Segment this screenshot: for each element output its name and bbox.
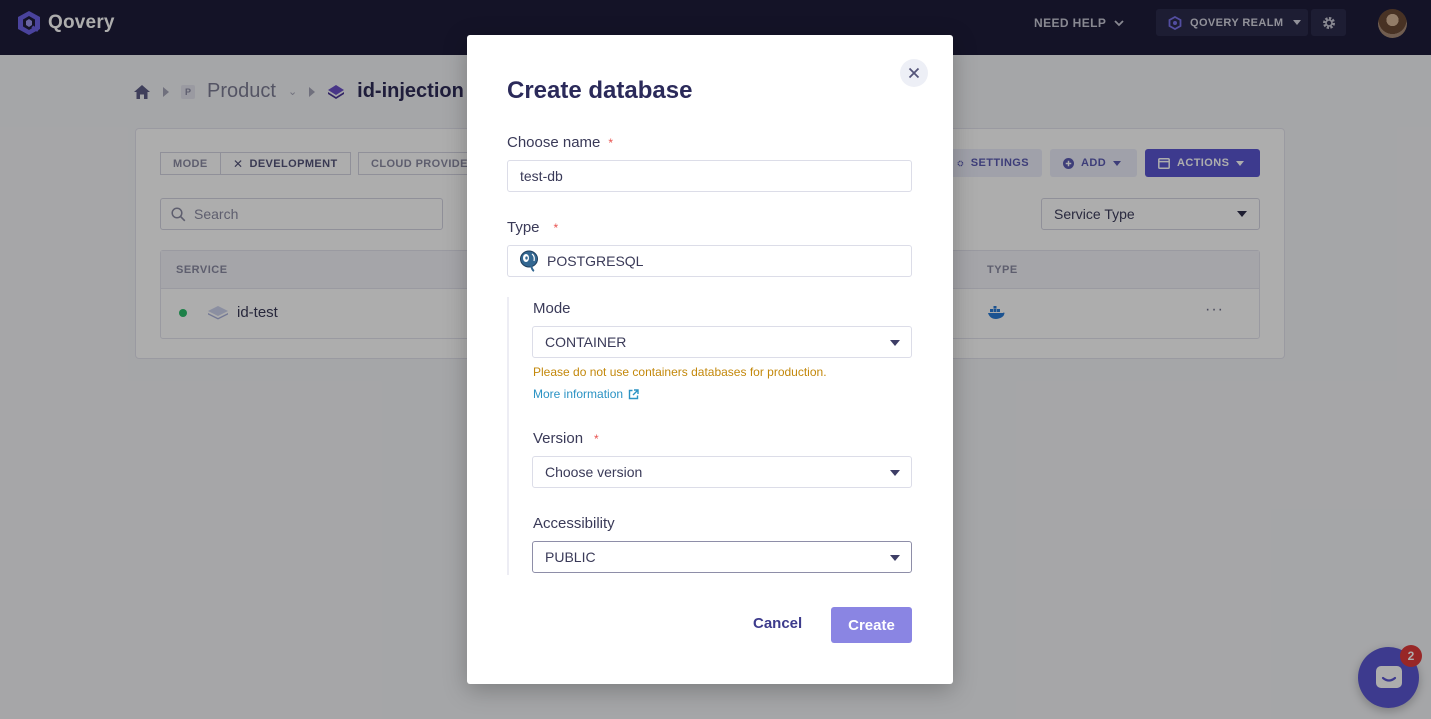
type-label: Type * <box>507 219 558 236</box>
database-name-input[interactable]: test-db <box>507 160 912 192</box>
close-button[interactable] <box>900 59 928 87</box>
mode-select[interactable]: CONTAINER <box>532 326 912 358</box>
accessibility-select[interactable]: PUBLIC <box>532 541 912 573</box>
mode-select-value: CONTAINER <box>545 334 627 350</box>
create-database-modal: Create database Choose name * test-db Typ… <box>467 35 953 684</box>
caret-down-icon <box>890 340 900 346</box>
caret-down-icon <box>890 555 900 561</box>
external-link-icon <box>628 388 639 399</box>
version-placeholder: Choose version <box>545 464 643 480</box>
database-name-value: test-db <box>520 168 563 184</box>
type-options-divider <box>507 297 509 575</box>
cancel-button[interactable]: Cancel <box>753 615 802 632</box>
required-marker: * <box>553 221 559 235</box>
name-label-text: Choose name <box>507 134 601 151</box>
modal-title: Create database <box>507 77 693 104</box>
database-type-select[interactable]: POSTGRESQL <box>507 245 912 277</box>
version-label-text: Version <box>533 430 584 447</box>
mode-label: Mode <box>533 300 571 317</box>
more-information-label: More information <box>533 387 624 401</box>
mode-warning-text: Please do not use containers databases f… <box>533 365 827 379</box>
accessibility-value: PUBLIC <box>545 549 596 565</box>
database-type-value: POSTGRESQL <box>547 253 644 269</box>
required-marker: * <box>608 136 614 150</box>
name-label: Choose name * <box>507 134 613 151</box>
close-icon <box>908 67 920 79</box>
more-information-link[interactable]: More information <box>533 387 639 401</box>
caret-down-icon <box>890 470 900 476</box>
version-label: Version * <box>533 430 599 447</box>
accessibility-label: Accessibility <box>533 515 615 532</box>
required-marker: * <box>594 432 599 446</box>
version-select[interactable]: Choose version <box>532 456 912 488</box>
create-button[interactable]: Create <box>831 607 912 643</box>
postgresql-icon <box>520 250 538 272</box>
type-label-text: Type <box>507 219 540 236</box>
